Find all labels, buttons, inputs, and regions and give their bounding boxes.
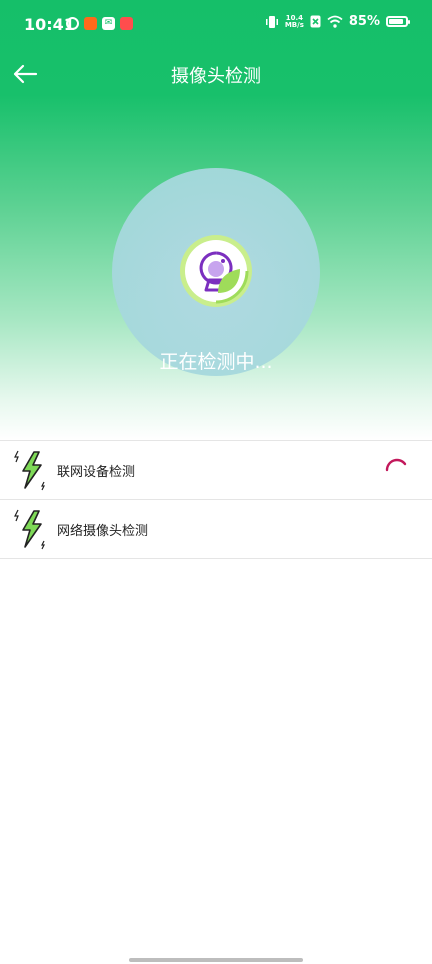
check-list: 联网设备检测 网络摄像头检测 — [0, 440, 432, 559]
app-notification-icon — [120, 17, 133, 30]
battery-level-fill — [389, 19, 403, 24]
check-item-network-cameras: 网络摄像头检测 — [0, 499, 432, 559]
battery-icon — [386, 16, 410, 27]
check-item-network-devices: 联网设备检测 — [0, 440, 432, 499]
lightning-icon — [12, 508, 48, 550]
sim-off-icon — [310, 15, 321, 28]
home-indicator[interactable] — [129, 958, 303, 962]
check-item-label: 网络摄像头检测 — [57, 524, 149, 539]
scan-status-text: 正在检测中... — [159, 351, 273, 373]
check-item-label: 联网设备检测 — [57, 465, 136, 480]
network-speed: 10.4 MB/s — [284, 14, 304, 29]
webcam-icon — [180, 235, 252, 307]
system-status: 10.4 MB/s 85% — [265, 14, 410, 29]
lightning-icon — [12, 449, 48, 491]
app-notification-icon — [66, 17, 79, 30]
notification-icons: ✉ — [66, 17, 133, 30]
camera-badge — [178, 233, 254, 309]
mail-notification-icon: ✉ — [102, 17, 115, 30]
status-bar: 10:41 ✉ 10.4 MB/s 85% — [0, 0, 432, 50]
network-speed-unit: MB/s — [284, 20, 304, 29]
battery-percent: 85% — [348, 14, 380, 29]
wifi-icon — [327, 15, 343, 28]
page-title: 摄像头检测 — [171, 66, 261, 87]
vibrate-icon — [265, 15, 278, 28]
app-notification-icon — [84, 17, 97, 30]
loading-spinner-icon — [385, 458, 407, 472]
